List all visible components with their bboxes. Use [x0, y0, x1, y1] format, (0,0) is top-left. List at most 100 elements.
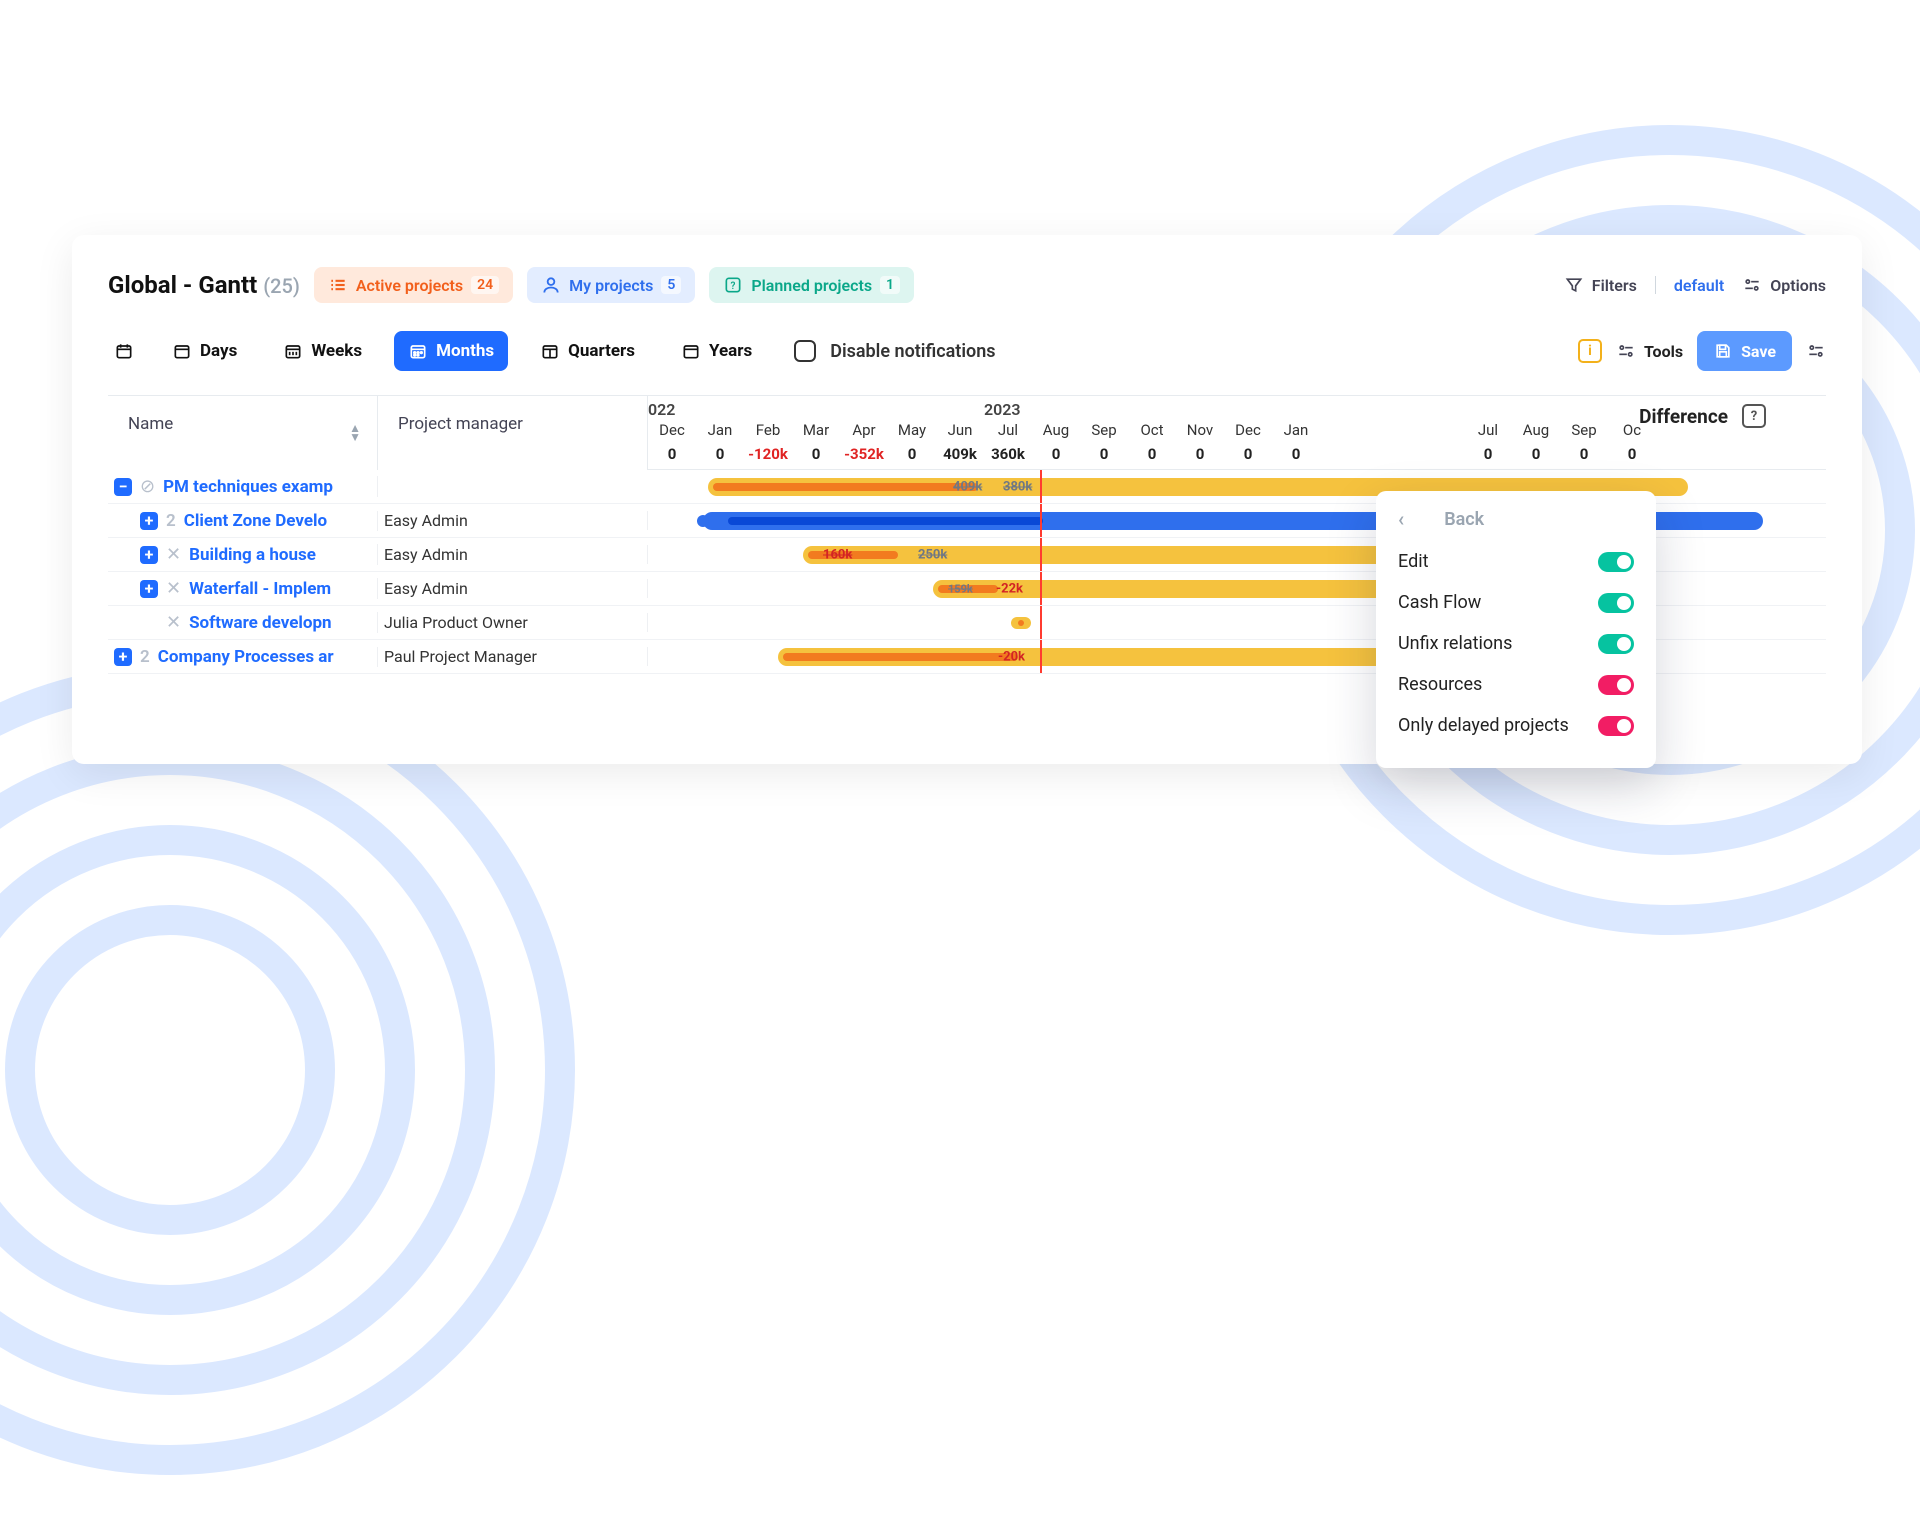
bar-connector[interactable] [697, 515, 709, 527]
month-cell [1368, 419, 1416, 441]
project-link[interactable]: Client Zone Develo [184, 511, 327, 531]
cash-cell: 0 [792, 441, 840, 469]
calendar-blank-icon [114, 341, 134, 361]
chip-planned-projects[interactable]: ? Planned projects 1 [709, 267, 914, 303]
status-x-icon: ✕ [166, 612, 181, 633]
sort-icon[interactable]: ▲▼ [349, 424, 361, 442]
project-link[interactable]: Company Processes ar [158, 647, 334, 667]
bar-value-label: 409k [953, 479, 982, 494]
zoom-days[interactable]: Days [158, 331, 251, 371]
month-cell: Jan [1272, 419, 1320, 441]
month-cell: Jan [696, 419, 744, 441]
gantt-bar-progress [728, 517, 1043, 525]
popover-item: Only delayed projects [1398, 705, 1634, 746]
today-line [1040, 470, 1042, 503]
list-icon [328, 275, 348, 295]
zoom-weeks[interactable]: Weeks [269, 331, 376, 371]
options-button[interactable]: Options [1742, 275, 1826, 295]
expand-button[interactable]: + [140, 546, 158, 564]
toggle-switch[interactable] [1598, 552, 1634, 572]
save-button[interactable]: Save [1697, 331, 1792, 371]
today-line [1040, 504, 1042, 537]
gantt-milestone[interactable] [1011, 617, 1031, 629]
cash-cell: 0 [1464, 441, 1512, 469]
calendar-quarter-icon [540, 341, 560, 361]
status-empty-icon: ⊘ [140, 476, 155, 497]
row-pm-cell: Easy Admin [378, 511, 648, 530]
row-name-cell: +2Client Zone Develo [108, 511, 378, 531]
month-cell: Dec [648, 419, 696, 441]
row-name-cell: +2 Company Processes ar [108, 647, 378, 667]
gantt-card: Global - Gantt (25) Active projects 24 M… [72, 235, 1862, 764]
month-cell: Mar [792, 419, 840, 441]
disable-notifications-checkbox[interactable] [794, 340, 816, 362]
chip-my-projects[interactable]: My projects 5 [527, 267, 695, 303]
row-pm-cell: Easy Admin [378, 579, 648, 598]
month-cell: Nov [1176, 419, 1224, 441]
popover-item-label: Cash Flow [1398, 592, 1481, 613]
cash-cell: 0 [1032, 441, 1080, 469]
tools-button[interactable]: Tools [1616, 341, 1683, 361]
expand-button[interactable]: + [140, 512, 158, 530]
cash-cell: 0 [1512, 441, 1560, 469]
row-name-cell: ✕ Software developn [108, 612, 378, 633]
popover-item-label: Resources [1398, 674, 1482, 695]
month-cell: May [888, 419, 936, 441]
toggle-switch[interactable] [1598, 593, 1634, 613]
sliders-icon [1616, 341, 1636, 361]
expand-button[interactable]: + [114, 648, 132, 666]
fit-button[interactable] [108, 331, 140, 371]
help-icon[interactable]: ? [1742, 404, 1766, 428]
default-filter-link[interactable]: default [1674, 276, 1724, 295]
expand-button[interactable]: + [140, 580, 158, 598]
floppy-icon [1713, 341, 1733, 361]
today-line [1040, 606, 1042, 639]
project-link[interactable]: Building a house [189, 545, 316, 565]
project-link[interactable]: Waterfall - Implem [189, 579, 331, 599]
bar-value-label: -20k [998, 649, 1025, 664]
cash-cell: 0 [1080, 441, 1128, 469]
gantt-bar-progress [783, 653, 1018, 661]
row-name-cell: −⊘ PM techniques examp [108, 476, 378, 497]
project-link[interactable]: Software developn [189, 613, 331, 633]
separator [1655, 276, 1656, 294]
collapse-button[interactable]: − [114, 478, 132, 496]
bar-value-label: 160k [823, 547, 852, 562]
toggle-switch[interactable] [1598, 634, 1634, 654]
difference-column: Difference ? [1639, 404, 1766, 428]
cash-cell [1320, 441, 1368, 469]
zoom-months[interactable]: Months [394, 331, 508, 371]
bar-value-label: 250k [918, 547, 947, 562]
column-pm[interactable]: Project manager [378, 396, 648, 470]
month-cell: Apr [840, 419, 888, 441]
row-pm-cell: Easy Admin [378, 545, 648, 564]
gantt-area: Name ▲▼ Project manager Difference ? 0 2 2… [108, 395, 1826, 674]
project-link[interactable]: PM techniques examp [163, 477, 333, 497]
month-cell: Dec [1224, 419, 1272, 441]
today-line [1040, 572, 1042, 605]
cash-cell: 0 [1176, 441, 1224, 469]
subcount-badge: 2 [140, 647, 150, 667]
status-x-icon: ✕ [166, 578, 181, 599]
popover-back[interactable]: ‹ Back [1398, 507, 1634, 531]
cash-cell [1368, 441, 1416, 469]
cash-cell: 360k [984, 441, 1032, 469]
info-button[interactable]: i [1578, 339, 1602, 363]
zoom-quarters[interactable]: Quarters [526, 331, 649, 371]
today-line [1040, 538, 1042, 571]
more-sliders-icon[interactable] [1806, 341, 1826, 361]
toggle-switch[interactable] [1598, 716, 1634, 736]
column-name[interactable]: Name ▲▼ [108, 396, 378, 470]
popover-item-label: Unfix relations [1398, 633, 1512, 654]
zoom-years[interactable]: Years [667, 331, 766, 371]
chip-active-projects[interactable]: Active projects 24 [314, 267, 513, 303]
today-line [1040, 640, 1042, 673]
columns-header: Name ▲▼ Project manager Difference ? 022… [108, 395, 1826, 470]
row-pm-cell: Julia Product Owner [378, 613, 648, 632]
disable-notifications-label: Disable notifications [830, 341, 995, 362]
toggle-switch[interactable] [1598, 675, 1634, 695]
month-cell: Sep [1560, 419, 1608, 441]
cash-cell: -352k [840, 441, 888, 469]
filters-button[interactable]: Filters [1564, 275, 1637, 295]
calendar-year-icon [681, 341, 701, 361]
